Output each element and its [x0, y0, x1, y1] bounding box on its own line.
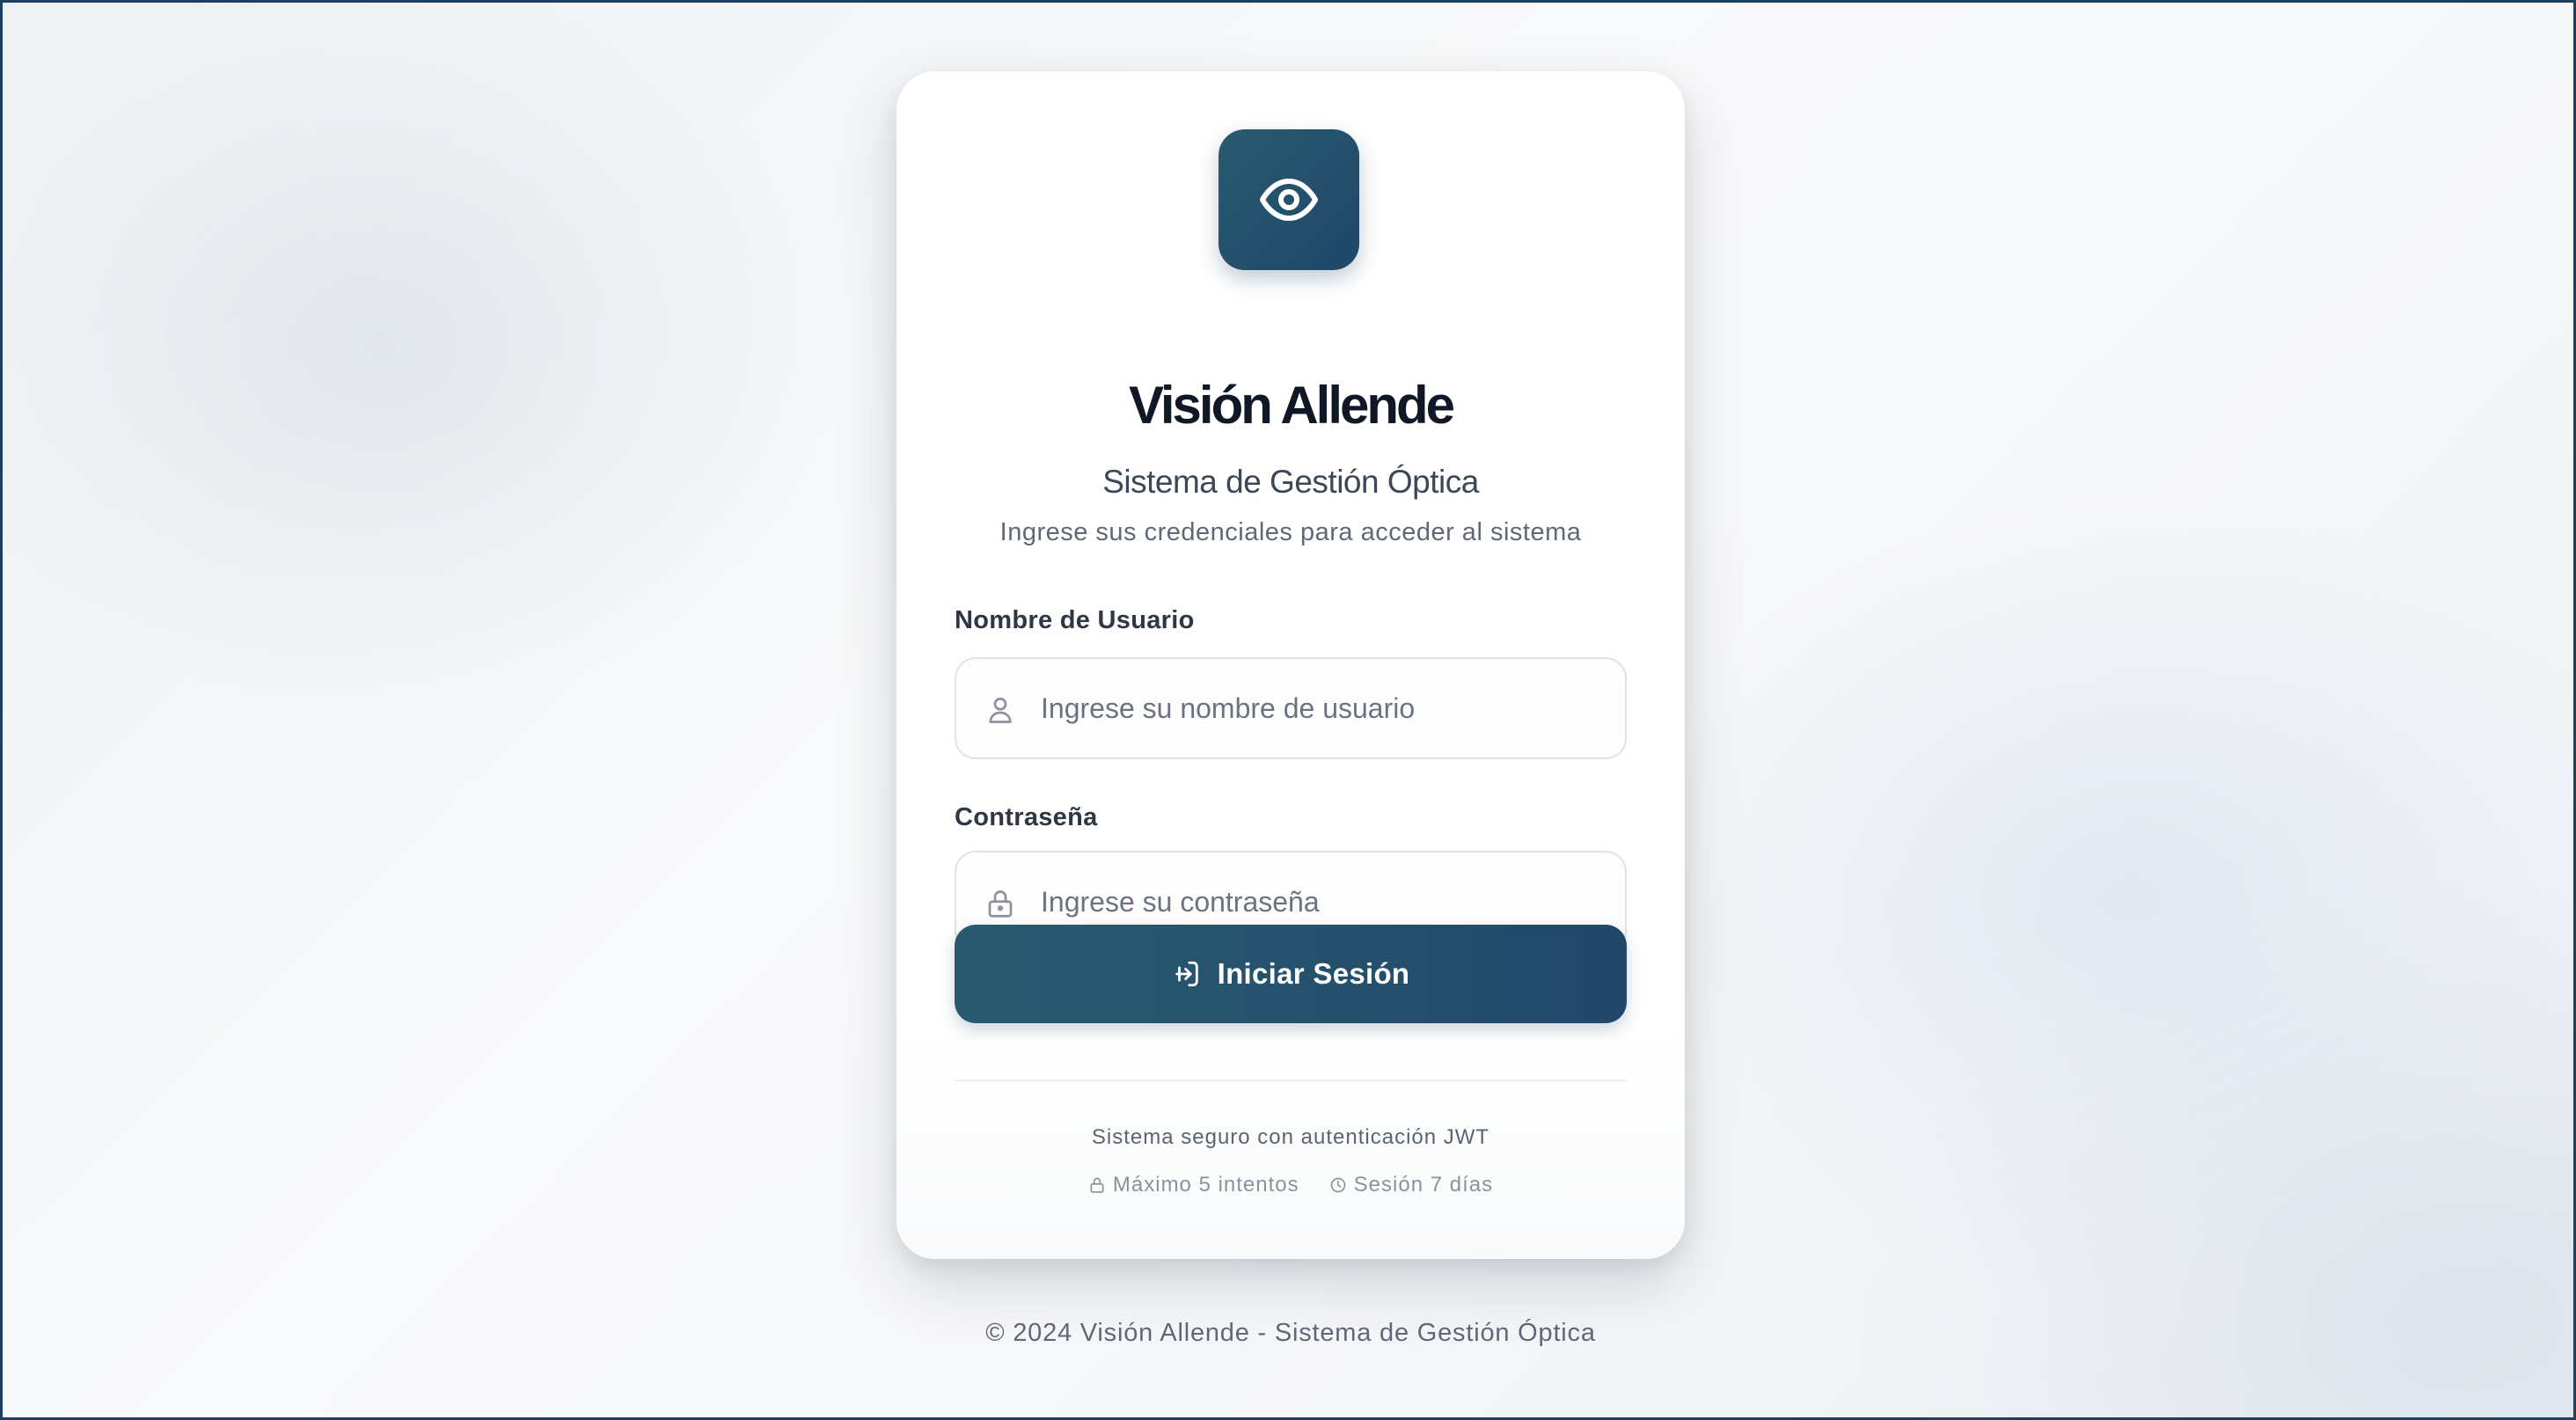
session-info: Sesión 7 días [1329, 1175, 1493, 1196]
login-instructions: Ingrese sus credenciales para acceder al… [999, 518, 1582, 546]
app-subtitle: Sistema de Gestión Óptica [1102, 464, 1479, 500]
max-attempts-text: Máximo 5 intentos [1112, 1173, 1299, 1197]
max-attempts-info: Máximo 5 intentos [1088, 1175, 1299, 1196]
lock-icon [988, 890, 1013, 918]
username-label: Nombre de Usuario [955, 606, 1195, 634]
security-note: Sistema seguro con autenticación JWT [1091, 1125, 1490, 1149]
copyright-footer: © 2024 Visión Allende - Sistema de Gesti… [985, 1319, 1596, 1347]
divider [955, 1080, 1627, 1081]
username-field[interactable] [955, 657, 1627, 759]
eye-icon [1260, 179, 1318, 221]
app-logo [1218, 129, 1359, 270]
password-label: Contraseña [955, 803, 1098, 831]
clock-icon [1330, 1177, 1345, 1193]
login-card: Visión Allende Sistema de Gestión Óptica… [896, 71, 1685, 1259]
login-icon [1175, 961, 1198, 987]
user-icon [989, 697, 1012, 723]
page-background: Visión Allende Sistema de Gestión Óptica… [0, 0, 2576, 1420]
login-button[interactable]: Iniciar Sesión [955, 925, 1627, 1023]
session-text: Sesión 7 días [1353, 1173, 1494, 1197]
lock-icon [1090, 1177, 1104, 1193]
login-button-label: Iniciar Sesión [1217, 957, 1410, 990]
security-meta: Máximo 5 intentos Sesión 7 días [896, 1175, 1685, 1196]
username-input[interactable] [1041, 659, 1604, 758]
app-title: Visión Allende [1128, 376, 1455, 435]
